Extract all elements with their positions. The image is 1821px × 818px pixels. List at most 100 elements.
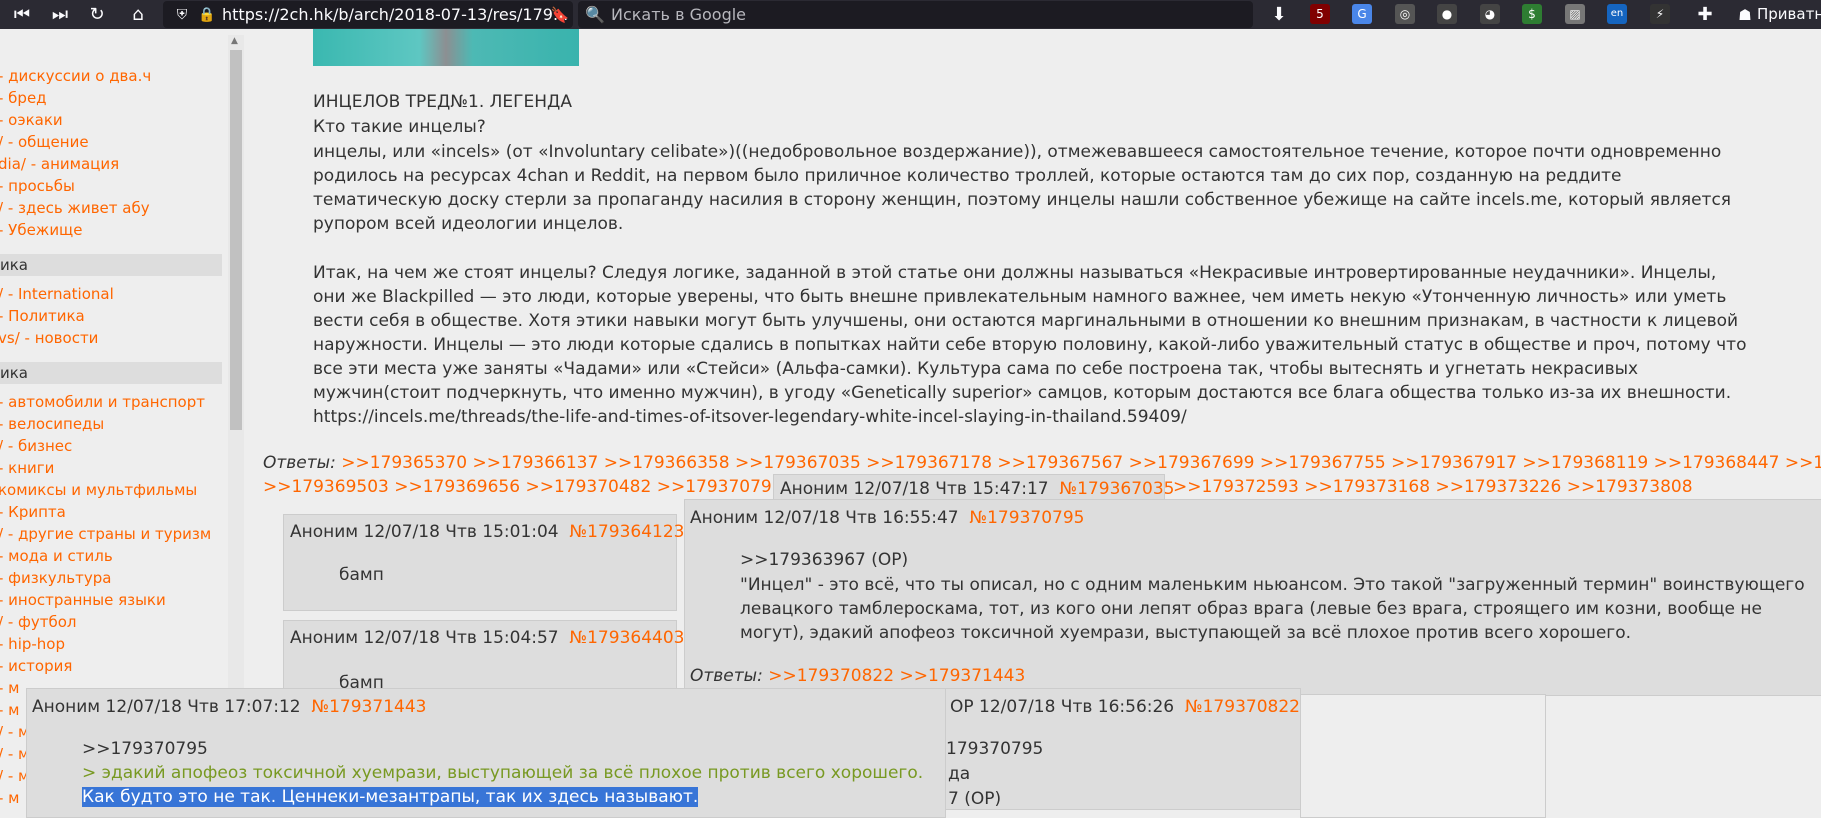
op-answers-row: Ответы: >>179365370 >>179366137 >>179366… (263, 453, 1821, 473)
translate-icon[interactable]: G (1352, 4, 1372, 24)
op-link[interactable]: https://incels.me/threads/the-life-and-t… (313, 407, 1187, 427)
sidebar-item[interactable]: / - здесь живет абу (0, 199, 150, 217)
post-line: могут), эдакий апофеоз токсичной хуемраз… (740, 623, 1632, 643)
back-icon[interactable]: ⏮ (10, 3, 34, 27)
sidebar-item[interactable]: - просьбы (0, 177, 75, 195)
post-body: да (948, 764, 971, 784)
sidebar-item[interactable]: - физкультура (0, 569, 111, 587)
browser-toolbar: ⏮ ⏭ ↻ ⌂ ⛨ 🔒 https://2ch.hk/b/arch/2018-0… (0, 0, 1821, 29)
bolt-icon[interactable]: ⚡ (1650, 4, 1670, 24)
sidebar-item[interactable]: - м (0, 789, 20, 807)
sidebar-item[interactable]: - м (0, 701, 20, 719)
post-header: Аноним 12/07/18 Чтв 17:07:12 №179371443 (32, 697, 427, 717)
sidebar-item[interactable]: - иностранные языки (0, 591, 166, 609)
op-line: Итак, на чем же стоят инцелы? Следуя лог… (313, 263, 1717, 283)
post-number[interactable]: №179364123 (569, 522, 684, 542)
reply-post (1300, 694, 1546, 818)
home-icon[interactable]: ⌂ (126, 3, 150, 27)
url-text[interactable]: https://2ch.hk/b/arch/2018-07-13/res/179… (222, 5, 568, 24)
sidebar-section-header: ика (0, 362, 222, 384)
post-answers: Ответы: >>179370822 >>179371443 (690, 666, 1026, 686)
selected-text[interactable]: Как будто это не так. Ценнеки-мезантрапы… (82, 787, 699, 807)
post-number[interactable]: №179371443 (311, 697, 426, 717)
sidebar-item[interactable]: vs/ - новости (0, 329, 98, 347)
sidebar-scrollbar-thumb[interactable] (230, 50, 242, 430)
search-input[interactable]: Искать в Google (611, 5, 746, 24)
post-number[interactable]: №179370822 (1185, 697, 1300, 717)
post-number[interactable]: №179370795 (969, 508, 1084, 528)
post-preview-popup: Аноним 12/07/18 Чтв 17:07:12 №179371443 … (26, 688, 946, 818)
private-mode-label: Приватны (1757, 5, 1821, 23)
bookmark-icon[interactable]: 🔖 (548, 3, 572, 27)
scroll-up-icon[interactable]: ▲ (231, 36, 238, 46)
post-preview-popup: Аноним 12/07/18 Чтв 16:55:47 №179370795 … (684, 499, 1821, 696)
sidebar-item[interactable]: - бред (0, 89, 47, 107)
reply-links[interactable]: >>179370822 >>179371443 (768, 666, 1025, 686)
reply-links[interactable]: >>179372593 >>179373168 >>179373226 >>17… (1173, 477, 1693, 497)
post-header: Аноним 12/07/18 Чтв 15:04:57 №179364403 (290, 628, 685, 648)
sidebar-item[interactable]: - оэкаки (0, 111, 63, 129)
sidebar-section-header: ика (0, 254, 222, 276)
post-body: бамп (339, 565, 384, 585)
sidebar-item[interactable]: - м (0, 679, 20, 697)
answers-label: Ответы: (263, 453, 336, 473)
extension-icon[interactable]: ◕ (1480, 4, 1500, 24)
op-line: рупором всей идеологии инцелов. (313, 214, 624, 234)
sidebar-item[interactable]: - дискуссии о два.ч (0, 67, 151, 85)
op-line: инцелы, или «incels» (от «Involuntary ce… (313, 142, 1722, 162)
post-number[interactable]: №179364403 (569, 628, 684, 648)
download-icon[interactable]: ⬇ (1267, 3, 1291, 27)
sidebar-item[interactable]: / - общение (0, 133, 89, 151)
sidebar-item[interactable]: - автомобили и транспорт (0, 393, 205, 411)
shield-icon[interactable]: ⛨ (170, 3, 194, 27)
reply-link[interactable]: >>179363967 (OP) (740, 550, 908, 570)
sidebar-item[interactable]: dia/ - анимация (0, 155, 119, 173)
sidebar-item[interactable]: / - другие страны и туризм (0, 525, 211, 543)
reply-links[interactable]: >>179365370 >>179366137 >>179366358 >>17… (341, 453, 1821, 473)
op-line: родилось на ресурсах 4chan и Reddit, на … (313, 166, 1622, 186)
reply-link[interactable]: >>179370795 (82, 739, 208, 759)
sidebar-item[interactable]: - мода и стиль (0, 547, 113, 565)
extension-icon[interactable]: ● (1437, 4, 1457, 24)
post-header: Аноним 12/07/18 Чтв 15:01:04 №179364123 (290, 522, 685, 542)
glasses-icon[interactable]: ◎ (1395, 4, 1415, 24)
reply-link[interactable]: 179370795 (946, 739, 1043, 759)
sidebar-item[interactable]: - hip-hop (0, 635, 65, 653)
forward-icon[interactable]: ⏭ (48, 3, 72, 27)
sidebar-item[interactable]: - Политика (0, 307, 85, 325)
sidebar-item[interactable]: комиксы и мультфильмы (0, 481, 197, 499)
op-answers-row: >>179369503 >>179369656 >>179370482 >>17… (263, 477, 860, 497)
sidebar-item[interactable]: - Крипта (0, 503, 66, 521)
sidebar-item[interactable]: / - м (0, 745, 29, 763)
sidebar-item[interactable]: - история (0, 657, 72, 675)
op-line: тематическую доску стерли за пропаганду … (313, 190, 1732, 210)
sidebar-item[interactable]: / - футбол (0, 613, 76, 631)
sidebar-item[interactable]: - книги (0, 459, 54, 477)
extensions-icon[interactable]: ✚ (1693, 3, 1717, 27)
sidebar-item[interactable]: / - International (0, 285, 114, 303)
op-line: все эти места уже заняты «Чадами» или «С… (313, 359, 1639, 379)
reply-link[interactable]: 7 (OP) (948, 789, 1001, 809)
sidebar-item[interactable]: - Убежище (0, 221, 82, 239)
op-line: Кто такие инцелы? (313, 117, 486, 137)
op-line: они же Blackpilled — это люди, которые у… (313, 287, 1727, 307)
reload-icon[interactable]: ↻ (85, 3, 109, 27)
extension-icon[interactable]: ▨ (1565, 4, 1585, 24)
ublock-icon[interactable]: 5 (1310, 4, 1330, 24)
sidebar-item[interactable]: / - м (0, 767, 29, 785)
reply-links[interactable]: >>179369503 >>179369656 >>179370482 >>17… (263, 477, 860, 497)
extension-icon[interactable]: $ (1522, 4, 1542, 24)
sidebar-item[interactable]: / - м (0, 723, 29, 741)
op-line: вести себя в обществе. Хотя этики навыки… (313, 311, 1739, 331)
op-image-thumbnail[interactable] (313, 29, 579, 66)
op-title: ИНЦЕЛОВ ТРЕД№1. ЛЕГЕНДА (313, 92, 572, 112)
language-icon[interactable]: en (1607, 4, 1627, 24)
private-mask-icon: ☗ (1738, 6, 1752, 24)
post-header: OP 12/07/18 Чтв 16:56:26 №179370822 (950, 697, 1300, 717)
post-line: "Инцел" - это всё, что ты описал, но с о… (740, 575, 1805, 595)
op-answers-row: >>179372593 >>179373168 >>179373226 >>17… (1173, 477, 1693, 497)
sidebar-item[interactable]: - велосипеды (0, 415, 104, 433)
sidebar-item[interactable]: / - бизнес (0, 437, 72, 455)
search-icon: 🔍 (585, 5, 605, 24)
post-header: Аноним 12/07/18 Чтв 16:55:47 №179370795 (690, 508, 1085, 528)
